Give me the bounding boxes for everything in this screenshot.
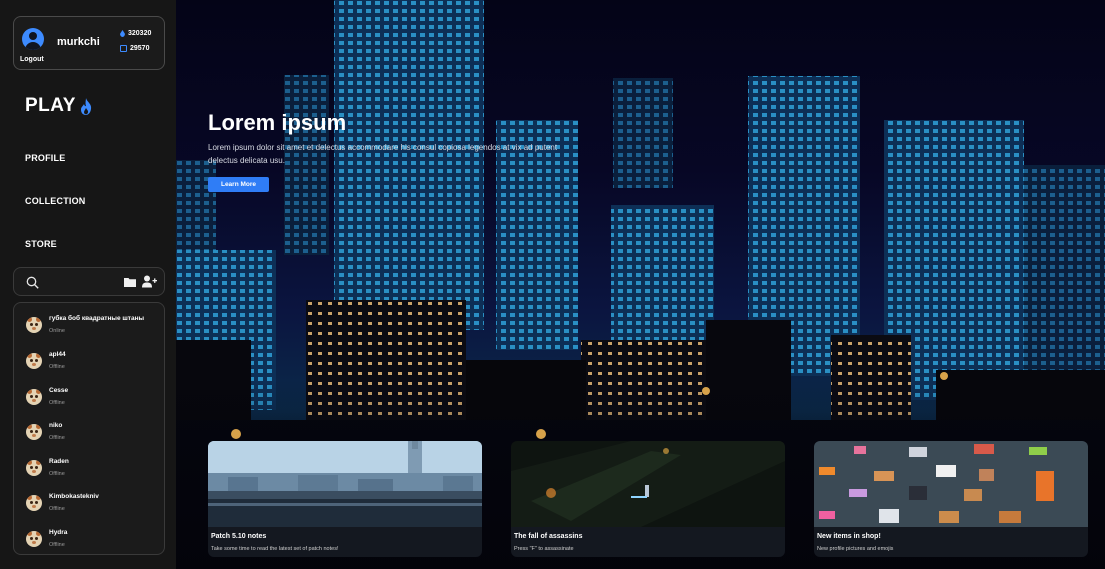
sidebar: murkchi Logout 320320 29570 PLAY PROFILE… [0,0,176,569]
flame-icon [80,97,92,115]
friend-item[interactable]: apl44 Offline [14,343,166,373]
friend-status: Online [49,328,65,334]
card-subtitle: Press "F" to assassinate [514,546,574,552]
nav-store[interactable]: STORE [25,239,57,249]
friend-item[interactable]: Cesse Offline [14,379,166,409]
hero-section: Lorem ipsum Lorem ipsum dolor sit amet e… [176,0,1105,569]
shop-items-thumbnail [814,441,1088,527]
hero-title: Lorem ipsum [208,110,347,135]
card-subtitle: New profile pictures and emojis [817,546,894,552]
card-caption: Patch 5.10 notes Take some time to read … [208,527,482,557]
friend-item[interactable]: Kimbokastekniv Offline [14,485,166,515]
friend-status: Offline [49,542,65,548]
card-caption: New items in shop! New profile pictures … [814,527,1088,557]
friend-name: Kimbokastekniv [49,493,99,500]
user-card: murkchi Logout 320320 29570 [13,16,165,70]
friend-status: Offline [49,506,65,512]
card-title: Patch 5.10 notes [211,533,267,540]
learn-more-button[interactable]: Learn More [208,177,269,192]
news-card-assassins[interactable]: The fall of assassins Press "F" to assas… [511,441,785,557]
friend-item[interactable]: niko Offline [14,414,166,444]
friend-avatar [26,389,42,405]
friend-search-input[interactable] [44,274,124,290]
friend-name: apl44 [49,351,66,358]
friend-status: Offline [49,471,65,477]
coins-balance: 29570 [120,45,149,52]
logout-button[interactable]: Logout [20,56,44,63]
friend-name: Hydra [49,529,68,536]
coin-icon [120,45,127,52]
card-title: The fall of assassins [514,533,583,540]
coins-amount: 29570 [130,45,150,52]
app-logo[interactable]: PLAY [25,95,92,117]
card-title: New items in shop! [817,533,881,540]
friend-avatar [26,531,42,547]
friend-search-bar [13,267,165,296]
friend-status: Offline [49,435,65,441]
username: murkchi [57,36,100,48]
friends-list: губка боб квадратные штаны Online apl44 … [13,302,165,555]
card-subtitle: Take some time to read the latest set of… [211,546,339,552]
user-avatar-icon[interactable] [22,28,44,50]
friend-avatar [26,317,42,333]
friend-avatar [26,495,42,511]
card-caption: The fall of assassins Press "F" to assas… [511,527,785,557]
search-icon[interactable] [26,276,39,289]
friend-name: Raden [49,458,69,465]
friend-status: Offline [49,400,65,406]
drop-icon [120,30,125,37]
friend-name: Cesse [49,387,69,394]
nav-profile[interactable]: PROFILE [25,153,65,163]
add-user-icon[interactable] [142,275,157,288]
friend-status: Offline [49,364,65,370]
assassins-thumbnail [511,441,785,527]
friend-name: niko [49,422,63,429]
friend-item[interactable]: губка боб квадратные штаны Online [14,307,166,337]
friend-item[interactable]: Hydra Offline [14,521,166,551]
drops-amount: 320320 [128,30,152,37]
friend-avatar [26,353,42,369]
friend-avatar [26,424,42,440]
nav-collection[interactable]: COLLECTION [25,196,86,206]
patch-notes-thumbnail [208,441,482,527]
folder-icon[interactable] [124,277,136,287]
friend-name: губка боб квадратные штаны [49,315,145,322]
news-card-patch-notes[interactable]: Patch 5.10 notes Take some time to read … [208,441,482,557]
drops-balance: 320320 [120,30,151,37]
friend-avatar [26,460,42,476]
hero-description: Lorem ipsum dolor sit amet et delectus a… [208,143,558,165]
news-card-shop[interactable]: New items in shop! New profile pictures … [814,441,1088,557]
logo-text: PLAY [25,95,76,116]
friend-item[interactable]: Raden Offline [14,450,166,480]
